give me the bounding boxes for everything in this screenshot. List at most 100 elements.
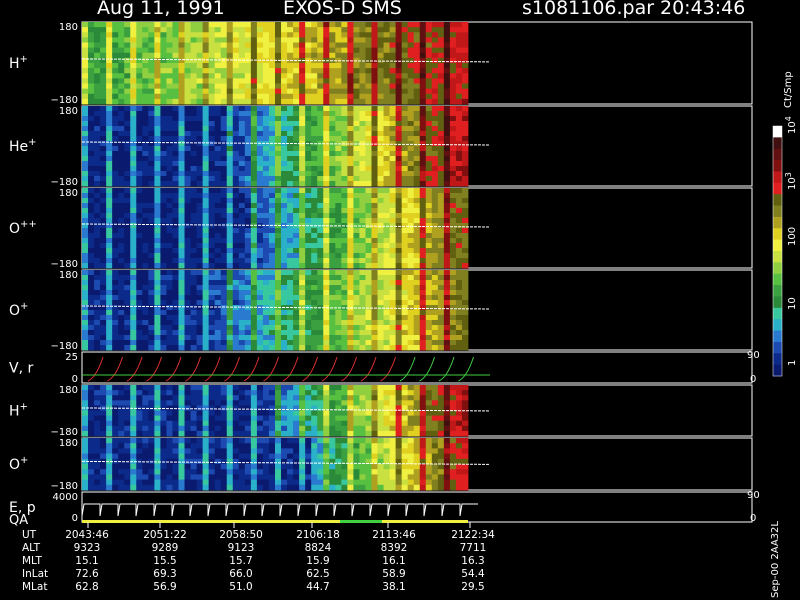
spectrogram-cell xyxy=(118,420,125,427)
spectrogram-cell xyxy=(377,310,384,316)
spectrogram-cell xyxy=(389,228,397,234)
spectrogram-cell xyxy=(443,315,451,321)
spectrogram-cell xyxy=(220,146,228,152)
spectrogram-cell xyxy=(100,68,107,74)
spectrogram-cell xyxy=(178,171,185,177)
spectrogram-cell xyxy=(166,42,173,49)
spectrogram-cell xyxy=(365,228,372,234)
spectrogram-cell xyxy=(317,258,324,264)
spectrogram-cell xyxy=(353,151,360,157)
spectrogram-cell xyxy=(341,275,348,281)
spectrogram-cell xyxy=(353,121,360,127)
spectrogram-cell xyxy=(142,136,149,142)
spectrogram-cell xyxy=(329,263,336,269)
spectrogram-cell xyxy=(202,37,210,43)
spectrogram-cell xyxy=(401,228,409,234)
spectrogram-cell xyxy=(341,121,348,127)
spectrogram-cell xyxy=(401,198,409,204)
spectrogram-cell xyxy=(335,161,342,167)
spectrogram-cell xyxy=(202,285,210,291)
spectrogram-cell xyxy=(226,325,234,331)
spectrogram-cell xyxy=(293,285,300,291)
spectrogram-cell xyxy=(293,37,300,43)
spectrogram-cell xyxy=(305,385,312,391)
spectrogram-cell xyxy=(190,385,197,391)
spectrogram-cell xyxy=(124,430,131,437)
spectrogram-cell xyxy=(208,400,216,406)
spectrogram-cell xyxy=(214,385,222,391)
spectrogram-cell xyxy=(461,330,469,336)
spectrogram-cell xyxy=(214,295,222,301)
spectrogram-cell xyxy=(118,325,125,331)
spectrogram-cell xyxy=(335,68,342,74)
spectrogram-cell xyxy=(359,335,366,341)
spectrogram-cell xyxy=(238,305,246,311)
spectrogram-cell xyxy=(238,300,246,306)
spectrogram-cell xyxy=(214,415,222,422)
spectrogram-cell xyxy=(196,131,204,137)
spectrogram-cell xyxy=(461,243,469,249)
spectrogram-cell xyxy=(124,32,131,38)
spectrogram-cell xyxy=(94,453,101,460)
spectrogram-cell xyxy=(214,290,222,296)
spectrogram-cell xyxy=(256,98,264,105)
spectrogram-cell xyxy=(232,121,240,127)
spectrogram-cell xyxy=(184,121,191,127)
spectrogram-cell xyxy=(190,83,197,90)
spectrogram-cell xyxy=(317,330,324,336)
spectrogram-cell xyxy=(172,263,179,269)
spectrogram-cell xyxy=(305,166,312,172)
spectrogram-cell xyxy=(281,340,288,346)
spectrogram-cell xyxy=(281,106,288,112)
spectrogram-cell xyxy=(401,208,409,214)
spectrogram-cell xyxy=(94,27,101,33)
spectrogram-cell xyxy=(389,395,397,401)
spectrogram-cell xyxy=(401,171,409,177)
spectrogram-cell xyxy=(407,32,415,38)
spectrogram-cell xyxy=(88,213,95,219)
spectrogram-cell xyxy=(214,410,222,416)
spectrogram-cell xyxy=(106,395,113,401)
spectrogram-cell xyxy=(124,93,131,100)
spectrogram-cell xyxy=(413,275,421,281)
spectrogram-cell xyxy=(443,181,451,187)
spectrogram-cell xyxy=(208,300,216,306)
spectrogram-cell xyxy=(335,410,342,416)
spectrogram-cell xyxy=(130,484,137,491)
spectrogram-cell xyxy=(226,213,234,219)
spectrogram-cell xyxy=(148,37,155,43)
spectrogram-cell xyxy=(431,121,439,127)
spectrogram-cell xyxy=(112,390,119,396)
spectrogram-cell xyxy=(238,295,246,301)
spectrogram-cell xyxy=(88,474,95,480)
spectrogram-cell xyxy=(407,146,415,152)
spectrogram-cell xyxy=(160,27,167,33)
spectrogram-cell xyxy=(431,166,439,172)
spectrogram-cell xyxy=(106,42,113,49)
spectrogram-cell xyxy=(377,270,384,276)
spectrogram-cell xyxy=(142,73,149,79)
spectrogram-cell xyxy=(371,400,378,406)
spectrogram-cell xyxy=(136,415,143,422)
spectrogram-cell xyxy=(214,275,222,281)
spectrogram-cell xyxy=(196,52,204,59)
spectrogram-cell xyxy=(100,425,107,432)
spectrogram-cell xyxy=(232,181,240,187)
spectrogram-cell xyxy=(100,188,107,194)
spectrogram-cell xyxy=(94,63,101,69)
spectrogram-cell xyxy=(82,68,89,74)
spectrogram-cell xyxy=(106,32,113,38)
spectrogram-cell xyxy=(317,106,324,112)
spectrogram-cell xyxy=(268,136,276,142)
spectrogram-cell xyxy=(238,233,246,239)
spectrogram-cell xyxy=(124,340,131,346)
spectrogram-cell xyxy=(100,176,107,182)
spectrogram-cell xyxy=(419,295,427,301)
spectrogram-cell xyxy=(250,121,258,127)
spectrogram-cell xyxy=(311,111,318,117)
spectrogram-cell xyxy=(124,315,131,321)
spectrogram-cell xyxy=(365,390,372,396)
spectrogram-cell xyxy=(305,425,312,432)
spectrogram-cell xyxy=(172,270,179,276)
spectrogram-cell xyxy=(311,330,318,336)
